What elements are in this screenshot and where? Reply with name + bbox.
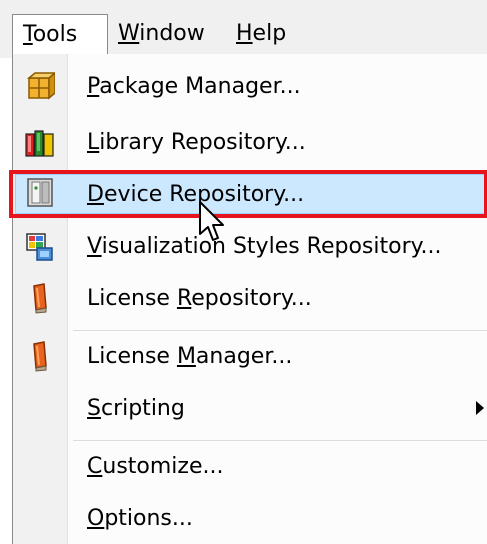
menu-bar: Tools Window Help bbox=[0, 0, 487, 58]
menu-window[interactable]: Window bbox=[108, 14, 215, 54]
device-icon bbox=[25, 176, 55, 208]
menu-item-device-repository[interactable]: Device Repository... bbox=[9, 170, 487, 220]
menu-item-package-manager[interactable]: Package Manager... bbox=[13, 62, 487, 112]
menu-item-visualization-styles-repository[interactable]: Visualization Styles Repository... bbox=[13, 222, 487, 272]
menu-separator bbox=[73, 440, 487, 441]
menu-help[interactable]: Help bbox=[226, 14, 296, 54]
menu-item-device-repository-label: Device Repository... bbox=[87, 182, 305, 207]
submenu-arrow-icon bbox=[476, 401, 484, 415]
package-icon bbox=[25, 70, 58, 102]
library-icon bbox=[25, 126, 55, 158]
menu-item-scripting-label: Scripting bbox=[87, 396, 185, 421]
menu-tools-label-rest: ools bbox=[32, 22, 78, 47]
menu-item-visualization-styles-repository-label: Visualization Styles Repository... bbox=[87, 234, 442, 259]
menu-separator bbox=[73, 330, 487, 331]
menu-item-options-label: Options... bbox=[87, 506, 193, 531]
menu-item-license-repository[interactable]: License Repository... bbox=[13, 274, 487, 324]
menu-item-package-manager-label: Package Manager... bbox=[87, 74, 301, 99]
tools-dropdown-menu: Package Manager... Library Repository... bbox=[9, 54, 487, 544]
visualization-icon bbox=[25, 230, 55, 262]
menu-help-label-rest: elp bbox=[252, 21, 287, 46]
menu-item-library-repository[interactable]: Library Repository... bbox=[13, 118, 487, 168]
menu-help-label-mnemonic: H bbox=[236, 21, 253, 46]
menu-item-library-repository-label: Library Repository... bbox=[87, 130, 306, 155]
license-icon bbox=[25, 282, 55, 314]
menu-window-label-mnemonic: W bbox=[118, 21, 140, 46]
menu-window-label-rest: indow bbox=[139, 21, 205, 46]
menu-item-license-manager-label: License Manager... bbox=[87, 344, 293, 369]
menu-item-license-manager[interactable]: License Manager... bbox=[13, 332, 487, 382]
menu-tools-label-mnemonic: T bbox=[23, 22, 33, 47]
menu-item-customize-label: Customize... bbox=[87, 454, 224, 479]
license-manager-icon bbox=[25, 340, 55, 372]
mouse-cursor-icon bbox=[198, 200, 228, 246]
menu-item-scripting[interactable]: Scripting bbox=[13, 384, 487, 434]
menu-item-customize[interactable]: Customize... bbox=[13, 442, 487, 492]
menu-item-options[interactable]: Options... bbox=[13, 494, 487, 544]
menu-tools[interactable]: Tools bbox=[12, 14, 108, 54]
menu-item-license-repository-label: License Repository... bbox=[87, 286, 312, 311]
